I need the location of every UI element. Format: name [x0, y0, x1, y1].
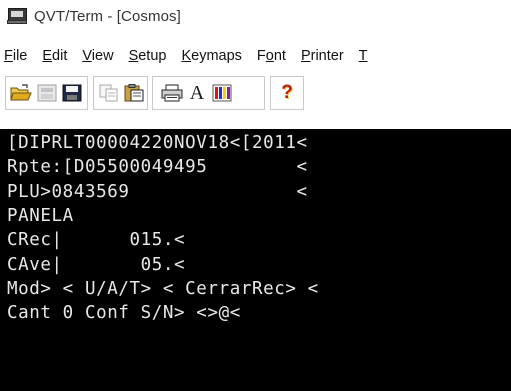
title-bar: QVT/Term - [Cosmos]	[0, 0, 511, 32]
terminal-line: CRec| 015.<	[7, 230, 186, 251]
menu-printer[interactable]: Printer	[301, 48, 344, 64]
copy-icon[interactable]	[97, 82, 121, 104]
printer-icon[interactable]	[160, 82, 184, 104]
terminal-line: Mod> < U/A/T> < CerrarRec> <	[7, 278, 319, 299]
menu-edit[interactable]: Edit	[42, 48, 67, 64]
menu-more[interactable]: T	[359, 48, 368, 64]
terminal-line: PLU>0843569 <	[7, 181, 308, 202]
menu-view[interactable]: View	[82, 48, 113, 64]
floppy-disk-icon[interactable]	[60, 82, 84, 104]
font-button-label: A	[189, 82, 205, 104]
font-A-icon[interactable]: A	[185, 82, 209, 104]
help-question-icon[interactable]: ?	[275, 82, 299, 104]
terminal-computer-icon[interactable]	[7, 7, 27, 25]
help-button-label: ?	[281, 82, 293, 103]
terminal-line: Cant 0 Conf S/N> <>@<	[7, 303, 241, 324]
window-title: QVT/Term - [Cosmos]	[34, 7, 181, 25]
menu-font[interactable]: Font	[257, 48, 286, 64]
terminal-line: CAve| 05.<	[7, 254, 186, 275]
terminal-line: Rpte:[D05500049495 <	[7, 157, 308, 178]
color-bars-icon[interactable]	[210, 82, 234, 104]
qvt-term-window: QVT/Term - [Cosmos] File Edit View Setup Key…	[0, 0, 511, 391]
terminal-screen[interactable]: [DIPRLT00004220NOV18<[2011< Rpte:[D055000…	[0, 129, 511, 391]
menu-bar: File Edit View Setup Keymaps Font Printer T	[0, 44, 511, 68]
paste-icon[interactable]	[122, 82, 146, 104]
close-session-icon[interactable]	[35, 82, 59, 104]
open-folder-icon[interactable]	[9, 82, 33, 104]
menu-setup[interactable]: Setup	[129, 48, 167, 64]
toolbar: A ?	[0, 76, 511, 128]
menu-keymaps[interactable]: Keymaps	[181, 48, 241, 64]
terminal-line: PANELA	[7, 205, 74, 226]
menu-file[interactable]: File	[4, 48, 27, 64]
terminal-line: [DIPRLT00004220NOV18<[2011<	[7, 133, 308, 153]
